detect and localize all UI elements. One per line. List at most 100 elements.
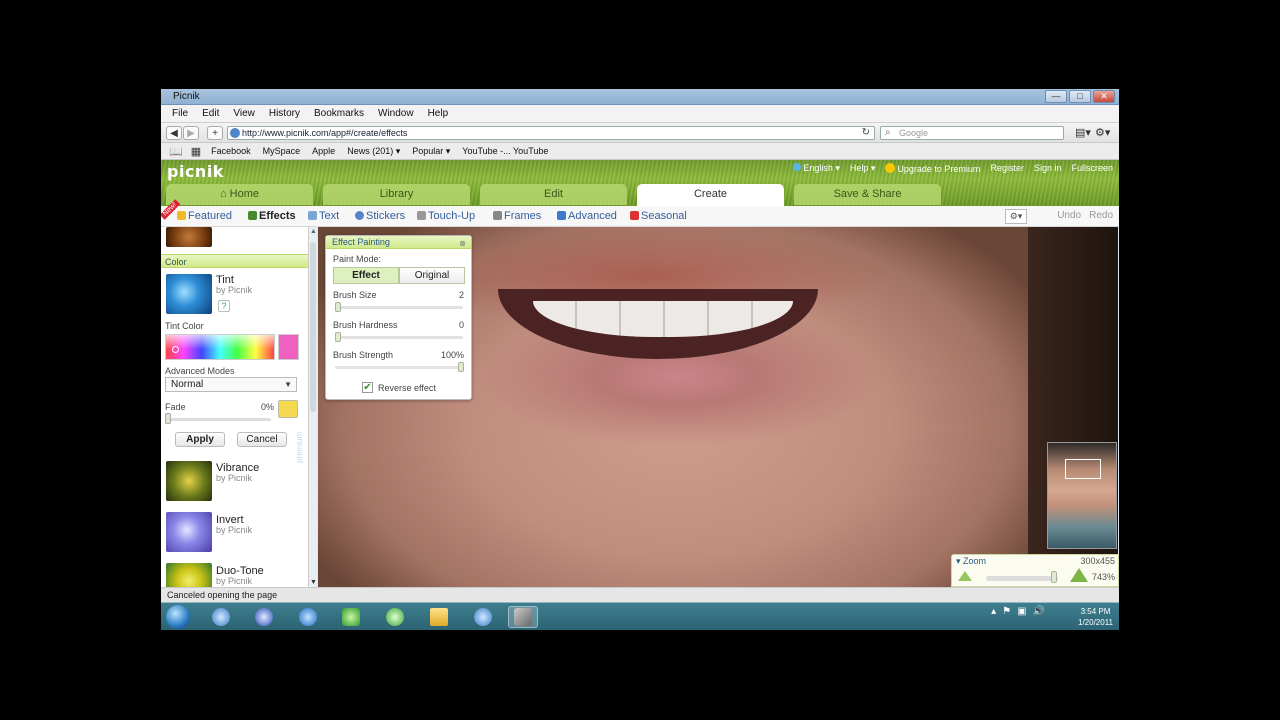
paintbrush-icon[interactable] xyxy=(278,400,298,418)
subtab-featured[interactable]: Featured xyxy=(177,210,232,222)
signin-link[interactable]: Sign in xyxy=(1034,163,1062,174)
menu-file[interactable]: File xyxy=(165,105,195,122)
flag-icon[interactable]: ⚑ xyxy=(1002,606,1011,617)
address-bar[interactable]: http://www.picnik.com/app#/create/effect… xyxy=(227,126,875,140)
subtab-touch-up[interactable]: Touch-Up xyxy=(417,210,475,222)
safari-taskbar-icon[interactable] xyxy=(206,606,236,628)
zoom-in-icon[interactable] xyxy=(1070,568,1088,582)
subtab-seasonal[interactable]: Seasonal xyxy=(630,210,687,222)
language-link[interactable]: English ▾ xyxy=(793,163,840,174)
menu-bookmarks[interactable]: Bookmarks xyxy=(307,105,371,122)
menu-edit[interactable]: Edit xyxy=(195,105,226,122)
bookmark-youtube[interactable]: YouTube -... YouTube xyxy=(456,146,554,156)
back-button[interactable]: ◀ xyxy=(166,126,182,140)
register-link[interactable]: Register xyxy=(990,163,1024,174)
fade-slider-handle[interactable] xyxy=(165,413,171,424)
tab-library[interactable]: Library xyxy=(323,184,470,205)
help-link[interactable]: Help ▾ xyxy=(850,163,876,174)
forward-button[interactable]: ▶ xyxy=(183,126,199,140)
original-mode-button[interactable]: Original xyxy=(399,267,465,284)
new-tab-button[interactable]: + xyxy=(207,126,223,140)
grid-icon[interactable]: ▦ xyxy=(187,145,205,158)
book-icon[interactable]: 📖 xyxy=(165,145,187,158)
search-field[interactable]: ⌕ Google xyxy=(880,126,1064,140)
picnik-logo[interactable]: picnik xyxy=(167,162,224,181)
scroll-down-icon[interactable]: ▼ xyxy=(310,579,317,586)
sims-taskbar-icon[interactable] xyxy=(336,606,366,628)
safari-window-taskbar-icon[interactable] xyxy=(468,606,498,628)
redo-button[interactable]: Redo xyxy=(1089,210,1113,221)
zoom-out-icon[interactable] xyxy=(958,571,972,581)
bookmark-myspace[interactable]: MySpace xyxy=(257,146,307,156)
upgrade-link[interactable]: Upgrade to Premium xyxy=(885,163,980,174)
scrollbar-thumb[interactable] xyxy=(310,242,316,412)
folder-taskbar-icon[interactable] xyxy=(424,606,454,628)
minimize-button[interactable]: — xyxy=(1045,90,1067,103)
tint-thumbnail[interactable] xyxy=(166,274,212,314)
globe-taskbar-icon[interactable] xyxy=(380,606,410,628)
reload-icon[interactable]: ↻ xyxy=(862,127,870,139)
brush-hardness-handle[interactable] xyxy=(335,332,341,342)
vibrance-thumbnail[interactable] xyxy=(166,461,212,501)
menu-window[interactable]: Window xyxy=(371,105,421,122)
brush-strength-track[interactable] xyxy=(335,366,463,369)
bookmark-news[interactable]: News (201) ▾ xyxy=(341,146,406,157)
start-button[interactable] xyxy=(166,605,190,629)
navigator-viewport[interactable] xyxy=(1065,459,1101,479)
menu-view[interactable]: View xyxy=(226,105,262,122)
scroll-up-icon[interactable]: ▲ xyxy=(310,228,317,235)
subtab-advanced[interactable]: Advanced xyxy=(557,210,617,222)
zoom-label[interactable]: ▾ Zoom xyxy=(956,556,986,567)
brush-strength-handle[interactable] xyxy=(458,362,464,372)
maximize-button[interactable]: □ xyxy=(1069,90,1091,103)
gear-icon[interactable]: ⚙▾ xyxy=(1095,126,1110,139)
effect-mode-button[interactable]: Effect xyxy=(333,267,399,284)
invert-thumbnail[interactable] xyxy=(166,512,212,552)
duotone-thumbnail[interactable] xyxy=(166,563,212,587)
menu-help[interactable]: Help xyxy=(421,105,456,122)
subtab-frames[interactable]: Frames xyxy=(493,210,541,222)
section-header-color[interactable]: Color xyxy=(161,254,308,268)
bookmark-apple[interactable]: Apple xyxy=(306,146,341,156)
zoom-slider-track[interactable] xyxy=(986,576,1058,581)
fullscreen-link[interactable]: Fullscreen xyxy=(1071,163,1113,174)
tab-save-share[interactable]: Save & Share xyxy=(794,184,941,205)
fade-slider-track[interactable] xyxy=(167,418,271,421)
effect-thumbnail[interactable] xyxy=(166,227,212,247)
menu-history[interactable]: History xyxy=(262,105,307,122)
navigator-thumbnail[interactable] xyxy=(1047,442,1117,549)
system-clock[interactable]: 3:54 PM 1/20/2011 xyxy=(1078,606,1113,628)
color-spectrum-picker[interactable] xyxy=(165,334,275,360)
collapse-icon[interactable]: ⊗ xyxy=(459,237,466,250)
undo-button[interactable]: Undo xyxy=(1057,210,1081,221)
active-app-taskbar-icon[interactable] xyxy=(508,606,538,628)
volume-icon[interactable]: 🔊 xyxy=(1033,606,1045,617)
brush-hardness-track[interactable] xyxy=(335,336,463,339)
tab-create[interactable]: Create xyxy=(637,184,784,206)
tint-color-swatch[interactable] xyxy=(278,334,299,360)
apply-button[interactable]: Apply xyxy=(175,432,225,447)
tab-edit[interactable]: Edit xyxy=(480,184,627,205)
close-button[interactable]: ✕ xyxy=(1093,90,1115,103)
tab-home[interactable]: ⌂ Home xyxy=(166,184,313,205)
tray-chevron-icon[interactable]: ▴ xyxy=(991,606,996,617)
cancel-button[interactable]: Cancel xyxy=(237,432,287,447)
reverse-effect-checkbox[interactable]: ✔ xyxy=(362,382,373,393)
options-gear-icon[interactable]: ⚙▾ xyxy=(1005,209,1027,224)
zoom-slider-handle[interactable] xyxy=(1051,571,1057,583)
page-menu-icon[interactable]: ▤▾ xyxy=(1075,126,1091,139)
itunes-taskbar-icon[interactable] xyxy=(249,606,279,628)
brush-size-track[interactable] xyxy=(335,306,463,309)
network-icon[interactable]: ▣ xyxy=(1017,606,1026,617)
color-picker-handle[interactable] xyxy=(172,346,179,353)
subtab-stickers[interactable]: Stickers xyxy=(355,210,405,222)
bookmark-popular[interactable]: Popular ▾ xyxy=(406,146,456,157)
blend-mode-select[interactable]: Normal ▼ xyxy=(165,377,297,392)
subtab-text[interactable]: Text xyxy=(308,210,339,222)
bookmark-facebook[interactable]: Facebook xyxy=(205,146,257,156)
brush-size-handle[interactable] xyxy=(335,302,341,312)
internet-explorer-taskbar-icon[interactable] xyxy=(293,606,323,628)
effects-scrollbar[interactable]: ▲ ▼ xyxy=(308,227,317,587)
help-icon[interactable]: ? xyxy=(218,300,230,312)
subtab-effects[interactable]: Effects xyxy=(248,210,296,222)
